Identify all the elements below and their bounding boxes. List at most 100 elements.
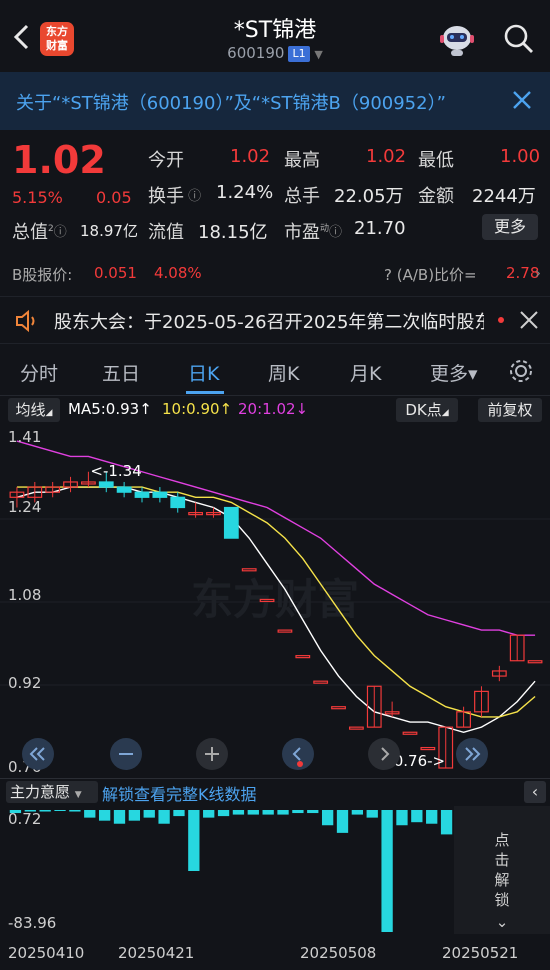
- ma10-value: 10:0.90↑: [162, 400, 233, 418]
- collapse-left-icon[interactable]: ‹: [524, 781, 546, 803]
- indicator-bar: [188, 810, 200, 871]
- high-value: 1.02: [366, 146, 407, 167]
- chevron-down-icon: ▼: [314, 48, 323, 61]
- double-left-icon[interactable]: [22, 738, 54, 770]
- level-badge: L1: [288, 46, 310, 62]
- indicator-name: 主力意愿: [10, 783, 71, 801]
- kline-chart[interactable]: 东方财富 <-1.34 0.76->: [0, 424, 550, 776]
- y-tick: 1.24: [8, 498, 42, 516]
- candle: [152, 491, 168, 498]
- indicator-bar: [411, 810, 423, 823]
- top-bar: 东方 财富 *ST锦港 600190 L1 ▼: [0, 0, 550, 72]
- mktcap-value: 18.97亿: [80, 222, 138, 240]
- candle: [170, 496, 186, 509]
- volume-label: 总手: [284, 186, 320, 207]
- chevron-down-icon: ⌄: [495, 913, 509, 931]
- indicator-bar: [98, 810, 111, 821]
- candle: [116, 486, 132, 493]
- indicator-bar: [262, 810, 274, 815]
- search-icon[interactable]: [502, 22, 536, 56]
- stock-detail-screen: 东方 财富 *ST锦港 600190 L1 ▼ 关于“*ST锦港（600190）”及…: [0, 0, 550, 970]
- current-price: 1.02: [12, 138, 106, 182]
- ab-ratio-label[interactable]: ? (A/B)比价=: [384, 264, 477, 285]
- tab-intraday[interactable]: 分时: [20, 359, 58, 386]
- indicator-bar: [277, 810, 289, 815]
- y-tick: 1.41: [8, 428, 42, 446]
- indicator-bar: [426, 810, 438, 824]
- watermark: 东方财富: [191, 575, 359, 624]
- pe-sup: 动: [320, 224, 330, 234]
- mktcap-label-text: 总值: [12, 222, 48, 243]
- info-icon: ⓘ: [329, 225, 343, 240]
- tab-five-day[interactable]: 五日: [102, 359, 140, 386]
- ab-ratio-label-text: (A/B)比价: [396, 266, 465, 284]
- indicator-bar: [69, 810, 81, 812]
- indicator-bar: [307, 810, 319, 814]
- close-icon[interactable]: [510, 88, 534, 112]
- pe-label[interactable]: 市盈动ⓘ: [284, 218, 342, 244]
- announcement-text: 股东大会：于2025-05-26召开2025年第二次临时股东大会: [54, 312, 484, 333]
- open-value: 1.02: [230, 146, 271, 167]
- help-icon: ?: [384, 266, 397, 284]
- candle: [98, 481, 114, 488]
- indicator-bar: [232, 810, 245, 815]
- indicator-bottom-tick: -83.96: [8, 914, 57, 932]
- high-label: 最高: [284, 150, 320, 171]
- indicator-bar: [128, 810, 141, 821]
- dropdown-arrow-icon: ◢: [45, 408, 53, 418]
- dk-point-label: DK点: [405, 401, 442, 419]
- x-date: 20250421: [118, 944, 195, 962]
- volume-value: 22.05万: [334, 186, 404, 207]
- ma20-value: 20:1.02↓: [238, 400, 309, 418]
- indicator-bar: 主力意愿 ▼ 解锁查看完整K线数据 ‹: [0, 778, 550, 804]
- low-label: 最低: [418, 150, 454, 171]
- unlock-panel[interactable]: 点击解锁 ⌄: [454, 806, 550, 934]
- dropdown-arrow-icon: ◢: [441, 408, 449, 418]
- double-right-icon[interactable]: [456, 738, 488, 770]
- open-label: 今开: [148, 150, 184, 171]
- announcement-bar[interactable]: 股东大会：于2025-05-26召开2025年第二次临时股东大会: [0, 296, 550, 344]
- dk-point-button[interactable]: DK点◢: [396, 398, 458, 422]
- indicator-bar: [247, 810, 259, 815]
- chevron-right-icon[interactable]: ›: [535, 264, 541, 282]
- prev-icon[interactable]: [282, 738, 314, 770]
- next-icon[interactable]: [368, 738, 400, 770]
- x-date: 20250508: [300, 944, 377, 962]
- candle: [313, 680, 329, 684]
- robot-icon[interactable]: [437, 18, 477, 58]
- close-icon[interactable]: [518, 309, 540, 331]
- x-date: 20250521: [442, 944, 519, 962]
- turnover-label-text: 换手: [148, 186, 184, 207]
- indicator-bar: [84, 810, 96, 818]
- indicator-top-tick: 0.72: [8, 810, 42, 828]
- indicator-bar: [54, 810, 66, 811]
- b-share-price: 0.051: [94, 264, 137, 282]
- notice-bar[interactable]: 关于“*ST锦港（600190）”及“*ST锦港B（900952）”: [0, 72, 550, 130]
- mktcap-label[interactable]: 总值2ⓘ: [12, 218, 67, 244]
- amount-label: 金额: [418, 186, 454, 207]
- speaker-icon: [16, 309, 35, 333]
- indicator-select[interactable]: 主力意愿 ▼: [6, 781, 98, 803]
- candle: [331, 706, 346, 710]
- indicator-bar: [381, 810, 393, 932]
- turnover-label[interactable]: 换手 ⓘ: [148, 182, 201, 208]
- unlock-link[interactable]: 解锁查看完整K线数据: [102, 781, 257, 805]
- avg-line-button[interactable]: 均线◢: [8, 398, 60, 422]
- candle: [277, 629, 293, 633]
- indicator-bar: [351, 810, 364, 815]
- active-tab-underline: [186, 391, 224, 394]
- adjust-button[interactable]: 前复权: [478, 398, 542, 422]
- tab-daily-k[interactable]: 日K: [188, 359, 219, 386]
- tab-more[interactable]: 更多▾: [430, 359, 478, 386]
- tab-weekly-k[interactable]: 周K: [268, 359, 299, 386]
- more-button[interactable]: 更多: [482, 214, 538, 240]
- unlock-panel-label: 点击解锁: [494, 831, 510, 909]
- info-icon: ⓘ: [184, 189, 202, 204]
- zoom-in-icon[interactable]: [196, 738, 228, 770]
- unread-dot: [498, 317, 504, 323]
- zoom-out-icon[interactable]: [110, 738, 142, 770]
- gear-icon[interactable]: [508, 358, 534, 384]
- indicator-bar: [336, 810, 349, 833]
- indicator-bar: [292, 810, 304, 814]
- tab-monthly-k[interactable]: 月K: [350, 359, 381, 386]
